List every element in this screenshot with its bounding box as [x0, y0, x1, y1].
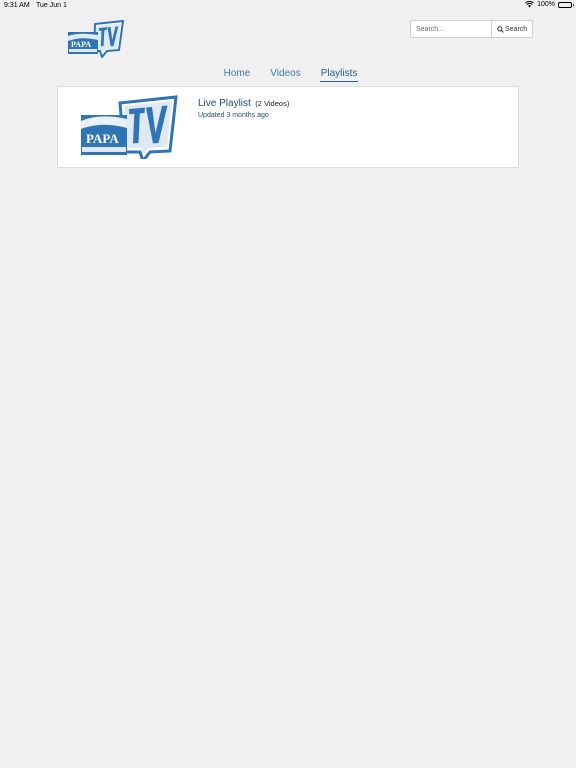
- playlist-card[interactable]: PAPA Live Playlist (2 Videos) Updated 3 …: [57, 86, 519, 168]
- playlist-title[interactable]: Live Playlist: [198, 98, 251, 109]
- search-button-label: Search: [505, 25, 528, 33]
- papa-tv-logo[interactable]: PAPA: [67, 19, 125, 60]
- playlist-video-count: (2 Videos): [255, 99, 290, 108]
- search-bar: Search: [410, 20, 534, 38]
- playlist-updated: Updated 3 months ago: [198, 112, 269, 119]
- search-input[interactable]: [410, 20, 491, 38]
- search-button[interactable]: Search: [491, 20, 534, 38]
- playlist-thumbnail[interactable]: PAPA: [80, 95, 178, 165]
- thumbnail-logo-text: PAPA: [86, 131, 119, 146]
- wifi-icon: [525, 1, 534, 8]
- tab-playlists[interactable]: Playlists: [319, 67, 359, 82]
- tab-home[interactable]: Home: [223, 67, 252, 82]
- status-time: 9:31 AM: [4, 2, 30, 9]
- main-nav: Home Videos Playlists: [0, 67, 576, 82]
- battery-icon: [558, 1, 574, 8]
- status-indicators: 100%: [525, 1, 574, 8]
- tab-videos[interactable]: Videos: [269, 67, 301, 82]
- playlist-title-line: Live Playlist (2 Videos): [198, 93, 289, 111]
- search-icon: [497, 25, 504, 33]
- status-bar: 9:31 AM Tue Jun 1 100%: [0, 0, 576, 12]
- svg-text:PAPA: PAPA: [71, 40, 91, 49]
- battery-percent: 100%: [537, 1, 555, 8]
- status-date: Tue Jun 1: [36, 2, 67, 9]
